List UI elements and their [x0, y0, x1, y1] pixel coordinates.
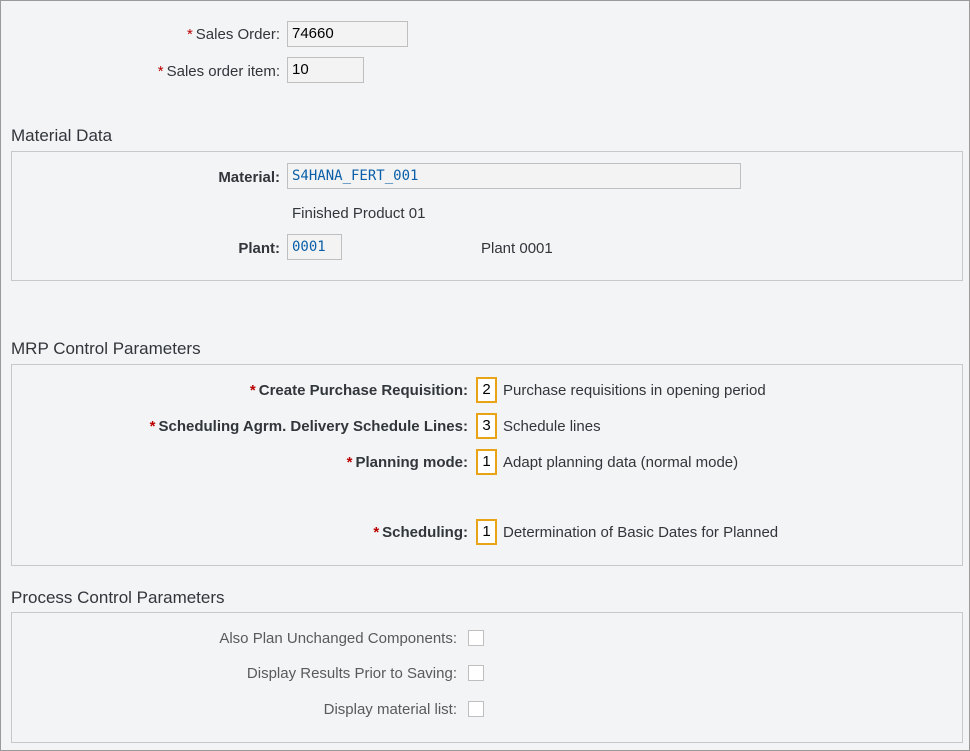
scheduling-code-input[interactable]: 1 [476, 519, 497, 545]
create-pr-description: Purchase requisitions in opening period [503, 382, 766, 399]
material-label: Material: [218, 169, 280, 186]
also-plan-checkbox[interactable] [468, 630, 484, 646]
display-material-list-checkbox[interactable] [468, 701, 484, 717]
also-plan-label: Also Plan Unchanged Components: [219, 630, 457, 647]
planning-mode-label: * Planning mode: [346, 454, 468, 471]
sales-order-item-input[interactable]: 10 [287, 57, 364, 83]
material-input[interactable]: S4HANA_FERT_001 [287, 163, 741, 189]
form-frame: * Sales Order: 74660 * Sales order item: 1… [0, 0, 970, 751]
sales-order-label: * Sales Order: [186, 26, 280, 43]
scheduling-description: Determination of Basic Dates for Planned [503, 524, 779, 541]
display-material-list-label: Display material list: [323, 701, 457, 718]
material-data-title: Material Data [11, 126, 113, 145]
sched-agrm-description: Schedule lines [503, 418, 601, 435]
sales-order-item-label: * Sales order item: [157, 63, 280, 80]
sched-agrm-code-input[interactable]: 3 [476, 413, 497, 439]
plant-input[interactable]: 0001 [287, 234, 342, 260]
mrp-control-title: MRP Control Parameters [11, 339, 201, 358]
process-control-title: Process Control Parameters [11, 588, 225, 607]
display-results-label: Display Results Prior to Saving: [246, 665, 457, 682]
scheduling-label: * Scheduling: [373, 524, 468, 541]
planning-mode-code-input[interactable]: 1 [476, 449, 497, 475]
create-pr-label: * Create Purchase Requisition: [249, 382, 468, 399]
sales-order-input[interactable]: 74660 [287, 21, 408, 47]
plant-description: Plant 0001 [481, 240, 553, 257]
plant-label: Plant: [238, 240, 280, 257]
sched-agrm-label: * Scheduling Agrm. Delivery Schedule Line… [149, 418, 468, 435]
display-results-checkbox[interactable] [468, 665, 484, 681]
create-pr-code-input[interactable]: 2 [476, 377, 497, 403]
material-description: Finished Product 01 [292, 205, 426, 222]
process-control-panel [11, 612, 963, 743]
planning-mode-description: Adapt planning data (normal mode) [503, 454, 739, 471]
